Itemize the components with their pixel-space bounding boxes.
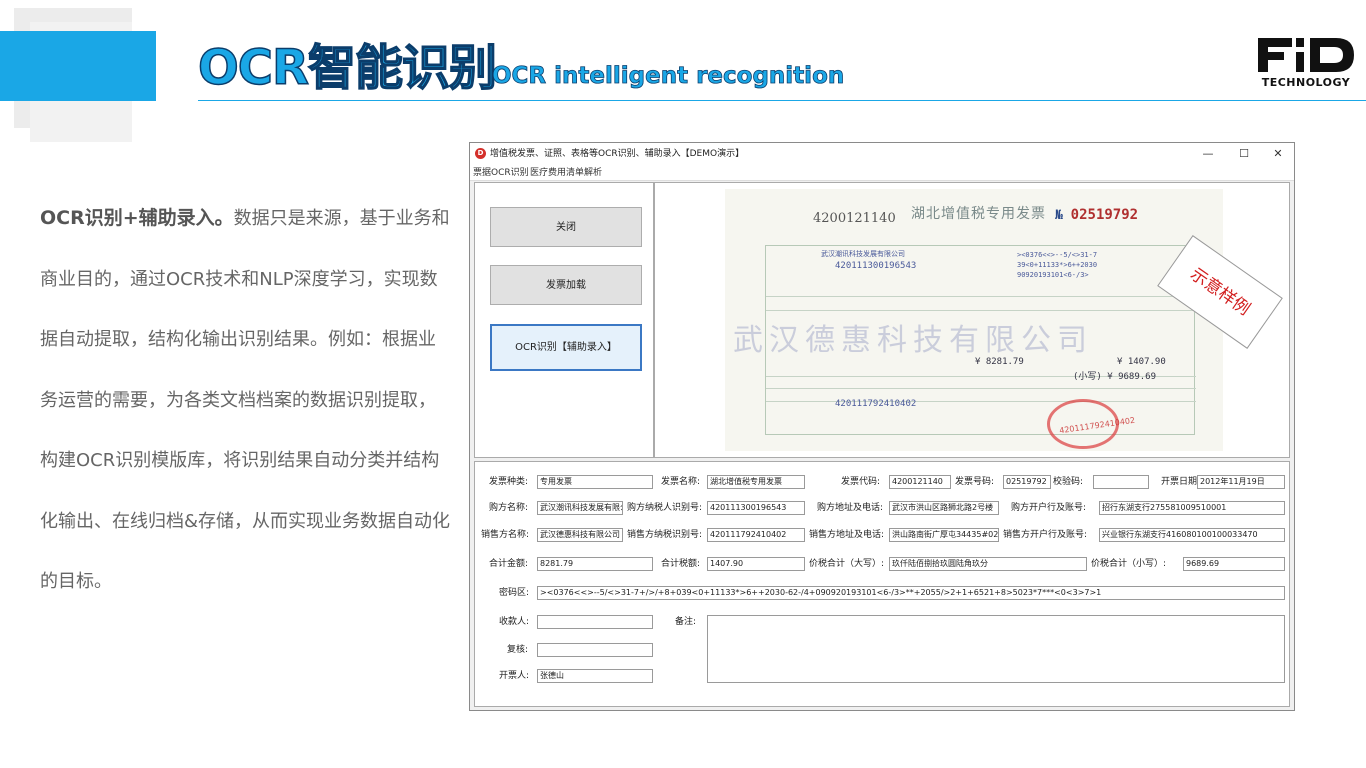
invoice-cipher-1: ><0376<<>--5/<>31-7 (1017, 251, 1098, 259)
decor-blue-block (0, 31, 156, 101)
seller-name-field[interactable]: 武汉德惠科技有限公司 (537, 528, 623, 542)
invoice-watermark: 武汉德惠科技有限公司 (733, 323, 1093, 358)
invoice-name-label: 发票名称: (661, 477, 701, 487)
invoice-code-label: 发票代码: (841, 477, 881, 487)
buyer-bank-label: 购方开户行及账号: (1011, 503, 1087, 513)
total-upper-field[interactable]: 玖仟陆佰捌拾玖圆陆角玖分 (889, 557, 1087, 571)
menu-item-medical[interactable]: 医疗费用清单解析 (530, 165, 602, 181)
invoice-name-field[interactable]: 湖北增值税专用发票 (707, 475, 805, 489)
title-underline (198, 100, 1366, 101)
slide-title-en: OCR intelligent recognition (492, 63, 845, 90)
invoice-no-prefix: № (1055, 208, 1063, 223)
invoice-grid-line (766, 388, 1196, 389)
cipher-label: 密码区: (499, 588, 530, 598)
tax-field[interactable]: 1407.90 (707, 557, 805, 571)
buyer-taxid-field[interactable]: 420111300196543 (707, 501, 805, 515)
remark-field[interactable] (707, 615, 1285, 683)
issue-date-label: 开票日期: (1161, 477, 1201, 487)
invoice-seller-taxid: 420111792410402 (835, 399, 917, 409)
drawer-field[interactable]: 张德山 (537, 669, 653, 683)
ocr-assist-button[interactable]: OCR识别【辅助录入】 (490, 324, 642, 371)
total-lower-label: 价税合计（小写）: (1091, 559, 1167, 569)
description-body: 数据只是来源，基于业务和商业目的，通过OCR技术和NLP深度学习，实现数据自动提… (40, 208, 451, 592)
buyer-name-field[interactable]: 武汉潮讯科技发展有限公司 (537, 501, 623, 515)
check-code-label: 校验码: (1053, 477, 1084, 487)
invoice-no-field[interactable]: 02519792 (1003, 475, 1051, 489)
remark-label: 备注: (675, 617, 697, 627)
reviewer-field[interactable] (537, 643, 653, 657)
slide-description: OCR识别+辅助录入。数据只是来源，基于业务和商业目的，通过OCR技术和NLP深… (40, 188, 452, 613)
seller-address-field[interactable]: 洪山路南街广厚屯34435#027 (889, 528, 999, 542)
payee-field[interactable] (537, 615, 653, 629)
action-panel: 关闭 发票加载 OCR识别【辅助录入】 (474, 182, 654, 458)
reviewer-label: 复核: (507, 645, 529, 655)
close-window-button[interactable]: ✕ (1262, 143, 1294, 165)
buyer-address-field[interactable]: 武汉市洪山区路狮北路2号楼 (889, 501, 999, 515)
description-lead: OCR识别+辅助录入。 (40, 207, 234, 229)
invoice-image-number: № 02519792 (1055, 207, 1138, 223)
invoice-image: 4200121140 湖北增值税专用发票 № 02519792 武汉潮讯科技发展… (725, 189, 1283, 451)
invoice-no-value: 02519792 (1070, 207, 1139, 223)
invoice-grid-line (766, 310, 1196, 311)
invoice-buyer-taxid: 420111300196543 (835, 261, 917, 271)
invoice-tax-amount: ¥ 1407.90 (1117, 357, 1166, 367)
buyer-address-label: 购方地址及电话: (817, 503, 884, 513)
invoice-no-label: 发票号码: (955, 477, 995, 487)
app-window: D 增值税发票、证照、表格等OCR识别、辅助录入【DEMO演示】 — ☐ ✕ 票… (469, 142, 1295, 711)
buyer-taxid-label: 购方纳税人识别号: (627, 503, 703, 513)
seller-bank-label: 销售方开户行及账号: (1003, 530, 1088, 540)
close-button[interactable]: 关闭 (490, 207, 642, 247)
minimize-button[interactable]: — (1192, 143, 1224, 165)
payee-label: 收款人: (499, 617, 530, 627)
seller-name-label: 销售方名称: (481, 530, 530, 540)
buyer-name-label: 购方名称: (489, 503, 529, 513)
menu-bar: 票据OCR识别 医疗费用清单解析 (470, 165, 1294, 181)
total-upper-label: 价税合计（大写）: (809, 559, 885, 569)
invoice-amount: ¥ 8281.79 (975, 357, 1024, 367)
invoice-grid-line (766, 296, 1196, 297)
cipher-field[interactable]: ><0376<<>--5/<>31-7+/>/+8+039<0+11133*>6… (537, 586, 1285, 600)
drawer-label: 开票人: (499, 671, 530, 681)
invoice-cipher-3: 90920193101<6-/3> (1017, 271, 1089, 279)
invoice-buyer-name: 武汉潮讯科技发展有限公司 (821, 250, 905, 258)
amount-field[interactable]: 8281.79 (537, 557, 653, 571)
invoice-grid-line (766, 401, 1196, 402)
invoice-image-code: 4200121140 (813, 211, 896, 226)
seller-bank-field[interactable]: 兴业银行东湖支行416080100100033470 (1099, 528, 1285, 542)
seller-taxid-field[interactable]: 420111792410402 (707, 528, 805, 542)
buyer-bank-field[interactable]: 招行东湖支行275581009510001 (1099, 501, 1285, 515)
seller-taxid-label: 销售方纳税识别号: (627, 530, 703, 540)
maximize-button[interactable]: ☐ (1228, 143, 1260, 165)
invoice-code-field[interactable]: 4200121140 (889, 475, 951, 489)
invoice-preview: 4200121140 湖北增值税专用发票 № 02519792 武汉潮讯科技发展… (654, 182, 1290, 458)
issue-date-field[interactable]: 2012年11月19日 (1197, 475, 1285, 489)
amount-label: 合计金额: (489, 559, 529, 569)
invoice-type-field[interactable]: 专用发票 (537, 475, 653, 489)
invoice-cipher-2: 39<0+11133*>6++2030 (1017, 261, 1098, 269)
slide-title-cn: OCR智能识别 (197, 39, 498, 97)
window-title: 增值税发票、证照、表格等OCR识别、辅助录入【DEMO演示】 (490, 149, 745, 159)
menu-item-ocr[interactable]: 票据OCR识别 (473, 165, 529, 181)
tax-label: 合计税额: (661, 559, 701, 569)
invoice-image-heading: 湖北增值税专用发票 (911, 206, 1046, 222)
load-invoice-button[interactable]: 发票加载 (490, 265, 642, 305)
check-code-field[interactable] (1093, 475, 1149, 489)
seller-address-label: 销售方地址及电话: (809, 530, 885, 540)
invoice-total: (小写) ¥ 9689.69 (1073, 372, 1157, 382)
window-titlebar: D 增值税发票、证照、表格等OCR识别、辅助录入【DEMO演示】 — ☐ ✕ (470, 143, 1294, 165)
logo-subtitle: TECHNOLOGY (1261, 76, 1351, 89)
app-logo-icon: D (475, 148, 486, 159)
invoice-type-label: 发票种类: (489, 477, 529, 487)
total-lower-field[interactable]: 9689.69 (1183, 557, 1285, 571)
ocr-result-form: 发票种类: 专用发票 发票名称: 湖北增值税专用发票 发票代码: 4200121… (474, 461, 1290, 707)
